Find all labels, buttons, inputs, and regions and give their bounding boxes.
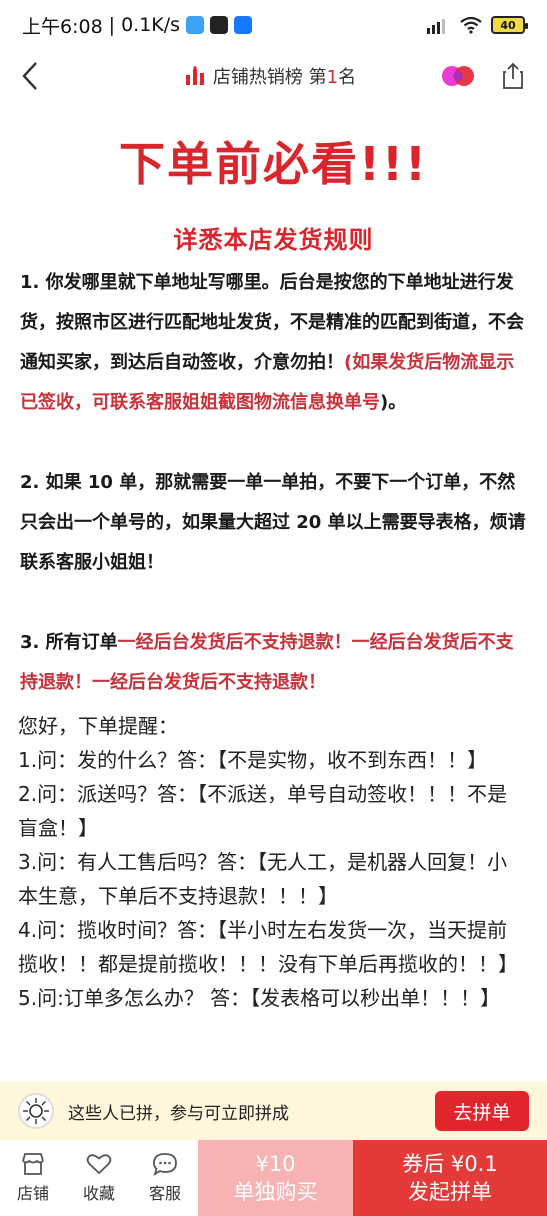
tab-shop[interactable]: 店铺	[0, 1140, 66, 1216]
single-price: ¥10	[255, 1152, 296, 1176]
tab-service-label: 客服	[148, 1184, 181, 1203]
chevron-left-icon	[22, 62, 37, 90]
chat-icon	[153, 1153, 177, 1176]
cloud-app-icon	[186, 16, 205, 34]
group-label: 发起拼单	[408, 1180, 492, 1204]
group-price: 券后 ¥0.1	[402, 1152, 498, 1176]
dealer-app-icon	[210, 16, 229, 34]
faq-item: 5.问:订单多怎么办？ 答：【发表格可以秒出单！！！】	[18, 986, 501, 1010]
tab-favorite-label: 收藏	[82, 1184, 115, 1203]
faq-section: 您好，下单提醒： 1.问：发的什么？答：【不是实物，收不到东西！！】 2.问：派…	[0, 709, 547, 1015]
alipay-app-icon	[234, 16, 253, 34]
group-buy-text: 这些人已拼，参与可立即拼成	[68, 1103, 289, 1124]
rule-3: 3. 所有订单一经后台发货后不支持退款！一经后台发货后不支持退款！一经后台发货后…	[0, 623, 547, 703]
faq-item: 4.问：揽收时间？答：【半小时左右发货一次，当天提前揽收！！都是提前揽收！！！没…	[18, 918, 518, 976]
notice-title: 下单前必看!!!	[119, 137, 428, 191]
brand-logo-icon[interactable]	[441, 64, 475, 88]
buy-alone-button[interactable]: ¥10 单独购买	[198, 1140, 353, 1216]
product-detail-image: 下单前必看!!! 详悉本店发货规则 1. 你发哪里就下单地址写哪里。后台是按您的…	[0, 104, 547, 1082]
tab-favorite[interactable]: 收藏	[66, 1140, 132, 1216]
nav-rank-number: 1	[326, 67, 339, 88]
share-icon[interactable]	[501, 62, 525, 90]
tab-service[interactable]: 客服	[132, 1140, 198, 1216]
nav-title-suffix: 名	[338, 67, 357, 88]
sun-avatar-icon	[23, 1098, 49, 1124]
tab-shop-label: 店铺	[16, 1184, 49, 1203]
rule-1: 1. 你发哪里就下单地址写哪里。后台是按您的下单地址进行发货，按照市区进行匹配地…	[0, 263, 547, 423]
wifi-icon	[460, 16, 482, 34]
status-left: 上午6:08 | 0.1K/s	[22, 12, 253, 39]
nav-title-prefix: 店铺热销榜 第	[212, 67, 327, 88]
join-group-button[interactable]: 去拼单	[435, 1091, 529, 1131]
nav-actions	[441, 62, 547, 90]
nav-title[interactable]: 店铺热销榜 第1名	[100, 63, 441, 89]
store-icon	[22, 1153, 44, 1175]
faq-item: 2.问：派送吗？答：【不派送，单号自动签收！！！不是盲盒！】	[18, 782, 508, 840]
status-right: 40	[425, 16, 528, 34]
faq-item: 3.问：有人工售后吗？答：【无人工，是机器人回复！小本生意，下单后不支持退款！！…	[18, 850, 508, 908]
start-group-button[interactable]: 券后 ¥0.1 发起拼单	[353, 1140, 547, 1216]
avatar	[18, 1093, 54, 1129]
group-buy-bar: 这些人已拼，参与可立即拼成 去拼单	[0, 1082, 547, 1140]
back-button[interactable]	[0, 50, 60, 102]
single-label: 单独购买	[233, 1180, 318, 1204]
battery-icon: 40	[491, 16, 528, 34]
nav-bar: 店铺热销榜 第1名	[0, 50, 547, 102]
status-time: 上午6:08	[22, 15, 103, 38]
bottom-bar: 店铺 收藏 客服 ¥10 单独购买 券后 ¥0.1 发起拼单	[0, 1140, 547, 1216]
rule-1-end: )。	[380, 392, 407, 413]
status-bar: 上午6:08 | 0.1K/s 40	[0, 0, 547, 50]
heart-icon	[86, 1154, 112, 1175]
bar-chart-icon	[185, 66, 204, 85]
rule-2: 2. 如果 10 单，那就需要一单一单拍，不要下一个订单，不然只会出一个单号的，…	[20, 472, 526, 573]
status-divider: |	[108, 14, 116, 36]
nav-title-text: 店铺热销榜 第1名	[213, 63, 356, 89]
faq-item: 1.问：发的什么？答：【不是实物，收不到东西！！】	[18, 748, 488, 772]
status-speed: 0.1K/s	[121, 14, 181, 36]
notice-subtitle: 详悉本店发货规则	[173, 226, 374, 254]
rule-3-text: 3. 所有订单	[20, 632, 118, 653]
faq-intro: 您好，下单提醒：	[18, 714, 178, 738]
signal-icon	[427, 19, 445, 34]
